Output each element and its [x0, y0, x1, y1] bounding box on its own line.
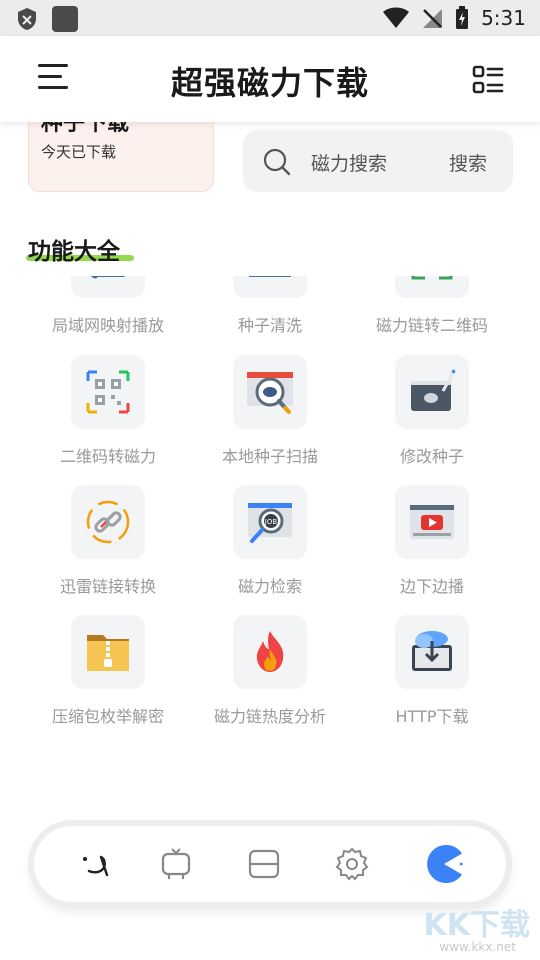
grid-list-icon[interactable]: [472, 64, 504, 96]
search-icon: [263, 148, 291, 176]
feature-lan-player[interactable]: 局域网映射播放: [27, 276, 189, 336]
no-sim-icon: [423, 9, 443, 28]
top-cards: 种子下载 今天已下载 磁力搜索 搜索: [0, 122, 540, 202]
heat-analysis-icon: [233, 615, 307, 689]
download-card[interactable]: 种子下载 今天已下载: [28, 122, 214, 192]
search-button[interactable]: 搜索: [449, 149, 487, 176]
watermark-url: www.kkx.net: [439, 940, 516, 954]
feature-label: 本地种子扫描: [221, 447, 318, 466]
feature-edit-torrent[interactable]: 修改种子: [351, 355, 513, 467]
home-icon[interactable]: [76, 844, 116, 884]
search-placeholder[interactable]: 磁力搜索: [311, 149, 387, 176]
link-convert-icon: [71, 485, 145, 559]
app-square-icon: [52, 6, 78, 32]
http-download-icon: [395, 615, 469, 689]
svg-text:JOB: JOB: [264, 518, 278, 526]
search-bar[interactable]: 磁力搜索 搜索: [243, 130, 513, 192]
battery-charging-icon: [456, 6, 469, 29]
download-card-title: 种子下载: [41, 122, 130, 136]
download-card-subtitle: 今天已下载: [41, 143, 117, 161]
app-header: 超强磁力下载: [0, 36, 540, 122]
feature-label: 迅雷链接转换: [59, 577, 156, 596]
settings-icon[interactable]: [332, 844, 372, 884]
tv-icon[interactable]: [156, 844, 196, 884]
status-time: 5:31: [481, 6, 526, 30]
status-bar: 5:31: [0, 0, 540, 36]
feature-label: 压缩包枚举解密: [51, 707, 164, 726]
feature-label: 磁力链热度分析: [213, 707, 326, 726]
feature-qr-to-magnet[interactable]: 二维码转磁力: [27, 355, 189, 467]
feature-stream-play[interactable]: 边下边播: [351, 485, 513, 597]
feature-http-download[interactable]: HTTP下载: [351, 615, 513, 727]
magnet-search-icon: JOB: [233, 485, 307, 559]
shield-icon: [18, 8, 36, 30]
feature-torrent-clean[interactable]: 种子清洗: [189, 276, 351, 336]
feature-archive-decrypt[interactable]: 压缩包枚举解密: [27, 615, 189, 727]
watermark-logo: KK下载: [423, 908, 531, 943]
feature-label: 磁力检索: [237, 577, 302, 596]
magnet-to-qr-icon: [395, 276, 469, 298]
feature-label: 边下边播: [399, 577, 464, 596]
pacman-icon[interactable]: [424, 844, 464, 884]
page-title: 超强磁力下载: [170, 64, 369, 102]
feature-label: HTTP下载: [395, 707, 469, 726]
feature-label: 磁力链转二维码: [375, 316, 488, 335]
feature-label: 二维码转磁力: [59, 447, 156, 466]
cards-icon[interactable]: [244, 844, 284, 884]
archive-decrypt-icon: [71, 615, 145, 689]
torrent-clean-icon: [233, 276, 307, 298]
qr-to-magnet-icon: [71, 355, 145, 429]
wifi-icon: [383, 7, 410, 28]
feature-local-scan[interactable]: 本地种子扫描: [189, 355, 351, 467]
stream-play-icon: [395, 485, 469, 559]
feature-heat-analysis[interactable]: 磁力链热度分析: [189, 615, 351, 727]
lan-player-icon: [71, 276, 145, 298]
edit-torrent-icon: [395, 355, 469, 429]
bottom-nav: [34, 826, 506, 902]
feature-magnet-search[interactable]: JOB 磁力检索: [189, 485, 351, 597]
feature-label: 局域网映射播放: [51, 316, 164, 335]
features-grid: 局域网映射播放 种子清洗 磁力链转二维码 二维码转磁力 本地种子扫描 修改种子 …: [0, 276, 540, 746]
feature-label: 修改种子: [399, 447, 464, 466]
section-title: 功能大全: [28, 239, 120, 265]
feature-label: 种子清洗: [237, 316, 302, 335]
local-scan-icon: [233, 355, 307, 429]
feature-magnet-to-qr[interactable]: 磁力链转二维码: [351, 276, 513, 336]
feature-link-convert[interactable]: 迅雷链接转换: [27, 485, 189, 597]
